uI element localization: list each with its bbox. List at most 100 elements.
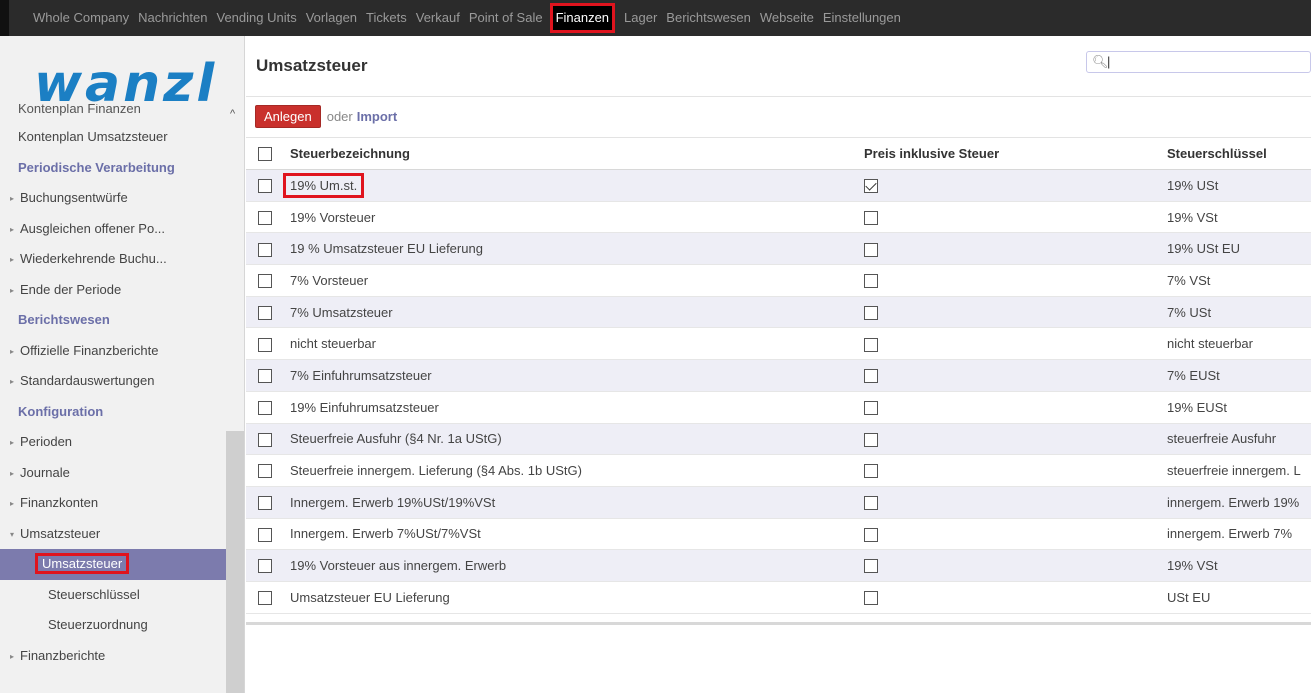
table-row[interactable]: 7% Umsatzsteuer 7% USt bbox=[246, 296, 1311, 329]
price-incl-checkbox bbox=[864, 369, 878, 384]
row-checkbox[interactable] bbox=[258, 274, 272, 289]
sidebar-item-kontenplan-finanzen[interactable]: Kontenplan Finanzen bbox=[0, 104, 226, 122]
tax-name: Steuerfreie Ausfuhr (§4 Nr. 1a UStG) bbox=[290, 431, 502, 447]
nav-item-berichtswesen[interactable]: Berichtswesen bbox=[666, 0, 751, 36]
nav-item-webseite[interactable]: Webseite bbox=[760, 0, 814, 36]
row-checkbox[interactable] bbox=[258, 527, 272, 542]
row-checkbox[interactable] bbox=[258, 369, 272, 384]
row-checkbox[interactable] bbox=[258, 242, 272, 257]
table-row[interactable]: 19% Um.st. 19% USt bbox=[246, 169, 1311, 202]
row-checkbox[interactable] bbox=[258, 591, 272, 606]
row-checkbox[interactable] bbox=[258, 432, 272, 447]
sidebar-item-wiederkehrende-buchu[interactable]: ▸ Wiederkehrende Buchu... bbox=[0, 244, 226, 275]
select-all-cell bbox=[246, 137, 282, 170]
nav-item-lager[interactable]: Lager bbox=[624, 0, 657, 36]
nav-item-nachrichten[interactable]: Nachrichten bbox=[138, 0, 207, 36]
sidebar-menu: Kontenplan Finanzen Kontenplan Umsatzsteu… bbox=[0, 104, 226, 671]
price-incl-cell bbox=[862, 454, 1166, 487]
row-checkbox[interactable] bbox=[258, 400, 272, 415]
main-content: Umsatzsteuer 🔍︎ | Anlegen oder Import St… bbox=[246, 36, 1311, 693]
nav-item-vorlagen[interactable]: Vorlagen bbox=[306, 0, 357, 36]
price-incl-checkbox bbox=[864, 274, 878, 289]
column-header-price-incl[interactable]: Preis inklusive Steuer bbox=[862, 137, 1166, 170]
sidebar-item-ausgleichen-offener-po[interactable]: ▸ Ausgleichen offener Po... bbox=[0, 214, 226, 245]
title-bar: Umsatzsteuer 🔍︎ | bbox=[246, 36, 1311, 97]
nav-item-point-of-sale[interactable]: Point of Sale bbox=[469, 0, 543, 36]
nav-item-einstellungen[interactable]: Einstellungen bbox=[823, 0, 901, 36]
topnav-items: Whole Company Nachrichten Vending Units Vor… bbox=[33, 0, 910, 36]
caret-right-icon: ▸ bbox=[10, 194, 15, 203]
sidebar-item-offizielle-finanzberichte[interactable]: ▸ Offizielle Finanzberichte bbox=[0, 336, 226, 367]
price-incl-cell bbox=[862, 391, 1166, 424]
nav-item-verkauf[interactable]: Verkauf bbox=[416, 0, 460, 36]
row-select-cell bbox=[246, 454, 282, 487]
table-row[interactable]: 19% Vorsteuer aus innergem. Erwerb 19% VS… bbox=[246, 549, 1311, 582]
sidebar-item-buchungsentwürfe[interactable]: ▸ Buchungsentwürfe bbox=[0, 183, 226, 214]
column-header-tax-key[interactable]: Steuerschlüssel bbox=[1166, 137, 1311, 170]
caret-right-icon: ▸ bbox=[10, 438, 15, 447]
tax-key-cell: nicht steuerbar bbox=[1166, 327, 1311, 361]
nav-item-whole-company[interactable]: Whole Company bbox=[33, 0, 129, 36]
table-row[interactable]: Innergem. Erwerb 19%USt/19%VSt innergem. … bbox=[246, 486, 1311, 519]
sidebar-item-ende-der-periode[interactable]: ▸ Ende der Periode bbox=[0, 275, 226, 306]
sidebar-item-label: Perioden bbox=[20, 434, 73, 449]
row-select-cell bbox=[246, 296, 282, 329]
row-checkbox[interactable] bbox=[258, 464, 272, 479]
scroll-up-icon[interactable]: ^ bbox=[230, 108, 235, 120]
nav-item-vending-units[interactable]: Vending Units bbox=[216, 0, 296, 36]
create-button[interactable]: Anlegen bbox=[255, 105, 321, 128]
table-row[interactable]: 7% Einfuhrumsatzsteuer 7% EUSt bbox=[246, 359, 1311, 392]
nav-item-tickets[interactable]: Tickets bbox=[366, 0, 407, 36]
table-row[interactable]: Innergem. Erwerb 7%USt/7%VSt innergem. Er… bbox=[246, 518, 1311, 551]
table-row[interactable]: nicht steuerbar nicht steuerbar bbox=[246, 327, 1311, 361]
price-incl-cell bbox=[862, 549, 1166, 582]
row-select-cell bbox=[246, 264, 282, 297]
price-incl-cell bbox=[862, 359, 1166, 392]
row-checkbox[interactable] bbox=[258, 496, 272, 510]
sidebar-item-kontenplan-umsatzsteuer[interactable]: Kontenplan Umsatzsteuer bbox=[0, 122, 226, 153]
import-link[interactable]: Import bbox=[357, 109, 397, 124]
row-checkbox[interactable] bbox=[258, 337, 272, 352]
sidebar-item-steuerschlüssel[interactable]: Steuerschlüssel bbox=[0, 580, 226, 611]
search-input[interactable]: 🔍︎ | bbox=[1086, 51, 1311, 73]
sidebar-item-standardauswertungen[interactable]: ▸ Standardauswertungen bbox=[0, 366, 226, 397]
price-incl-cell bbox=[862, 581, 1166, 614]
row-checkbox[interactable] bbox=[258, 305, 272, 320]
sidebar-item-umsatzsteuer[interactable]: ▾ Umsatzsteuer bbox=[0, 519, 226, 550]
sidebar-item-perioden[interactable]: ▸ Perioden bbox=[0, 427, 226, 458]
company-logo[interactable]: wanzl bbox=[18, 50, 228, 110]
sidebar-scrollbar[interactable] bbox=[226, 431, 244, 693]
table-row[interactable]: 7% Vorsteuer 7% VSt bbox=[246, 264, 1311, 297]
table-row[interactable]: Umsatzsteuer EU Lieferung USt EU bbox=[246, 581, 1311, 614]
tax-name-cell: Innergem. Erwerb 19%USt/19%VSt bbox=[282, 486, 862, 519]
row-checkbox[interactable] bbox=[258, 559, 272, 574]
sidebar-item-finanzberichte[interactable]: ▸ Finanzberichte bbox=[0, 641, 226, 672]
tax-key-cell: 19% VSt bbox=[1166, 201, 1311, 234]
row-checkbox[interactable] bbox=[258, 179, 272, 194]
sidebar-item-label: Umsatzsteuer bbox=[20, 525, 101, 541]
nav-item-finanzen[interactable]: Finanzen bbox=[549, 3, 616, 33]
select-all-checkbox[interactable] bbox=[258, 147, 272, 162]
action-bar: Anlegen oder Import bbox=[255, 105, 397, 128]
table-row[interactable]: 19% Vorsteuer 19% VSt bbox=[246, 201, 1311, 234]
tax-table: Steuerbezeichnung Preis inklusive Steuer… bbox=[246, 137, 1311, 614]
table-footer-divider bbox=[246, 622, 1311, 625]
row-select-cell bbox=[246, 169, 282, 202]
table-row[interactable]: 19% Einfuhrumsatzsteuer 19% EUSt bbox=[246, 391, 1311, 424]
sidebar-item-finanzkonten[interactable]: ▸ Finanzkonten bbox=[0, 488, 226, 519]
caret-right-icon: ▸ bbox=[10, 285, 15, 295]
price-incl-checkbox bbox=[864, 305, 878, 320]
sidebar-item-umsatzsteuer[interactable]: Umsatzsteuer bbox=[0, 549, 226, 580]
table-row[interactable]: Steuerfreie innergem. Lieferung (§4 Abs.… bbox=[246, 454, 1311, 487]
column-header-name[interactable]: Steuerbezeichnung bbox=[282, 137, 862, 170]
row-select-cell bbox=[246, 581, 282, 614]
price-incl-checkbox bbox=[864, 210, 878, 225]
price-incl-checkbox bbox=[864, 527, 878, 542]
sidebar-item-journale[interactable]: ▸ Journale bbox=[0, 458, 226, 489]
table-row[interactable]: 19 % Umsatzsteuer EU Lieferung 19% USt EU bbox=[246, 232, 1311, 266]
row-checkbox[interactable] bbox=[258, 210, 272, 225]
price-incl-checkbox bbox=[864, 559, 878, 574]
sidebar-item-steuerzuordnung[interactable]: Steuerzuordnung bbox=[0, 610, 226, 641]
sidebar-item-label: Periodische Verarbeitung bbox=[18, 159, 175, 175]
table-row[interactable]: Steuerfreie Ausfuhr (§4 Nr. 1a UStG) steu… bbox=[246, 423, 1311, 456]
